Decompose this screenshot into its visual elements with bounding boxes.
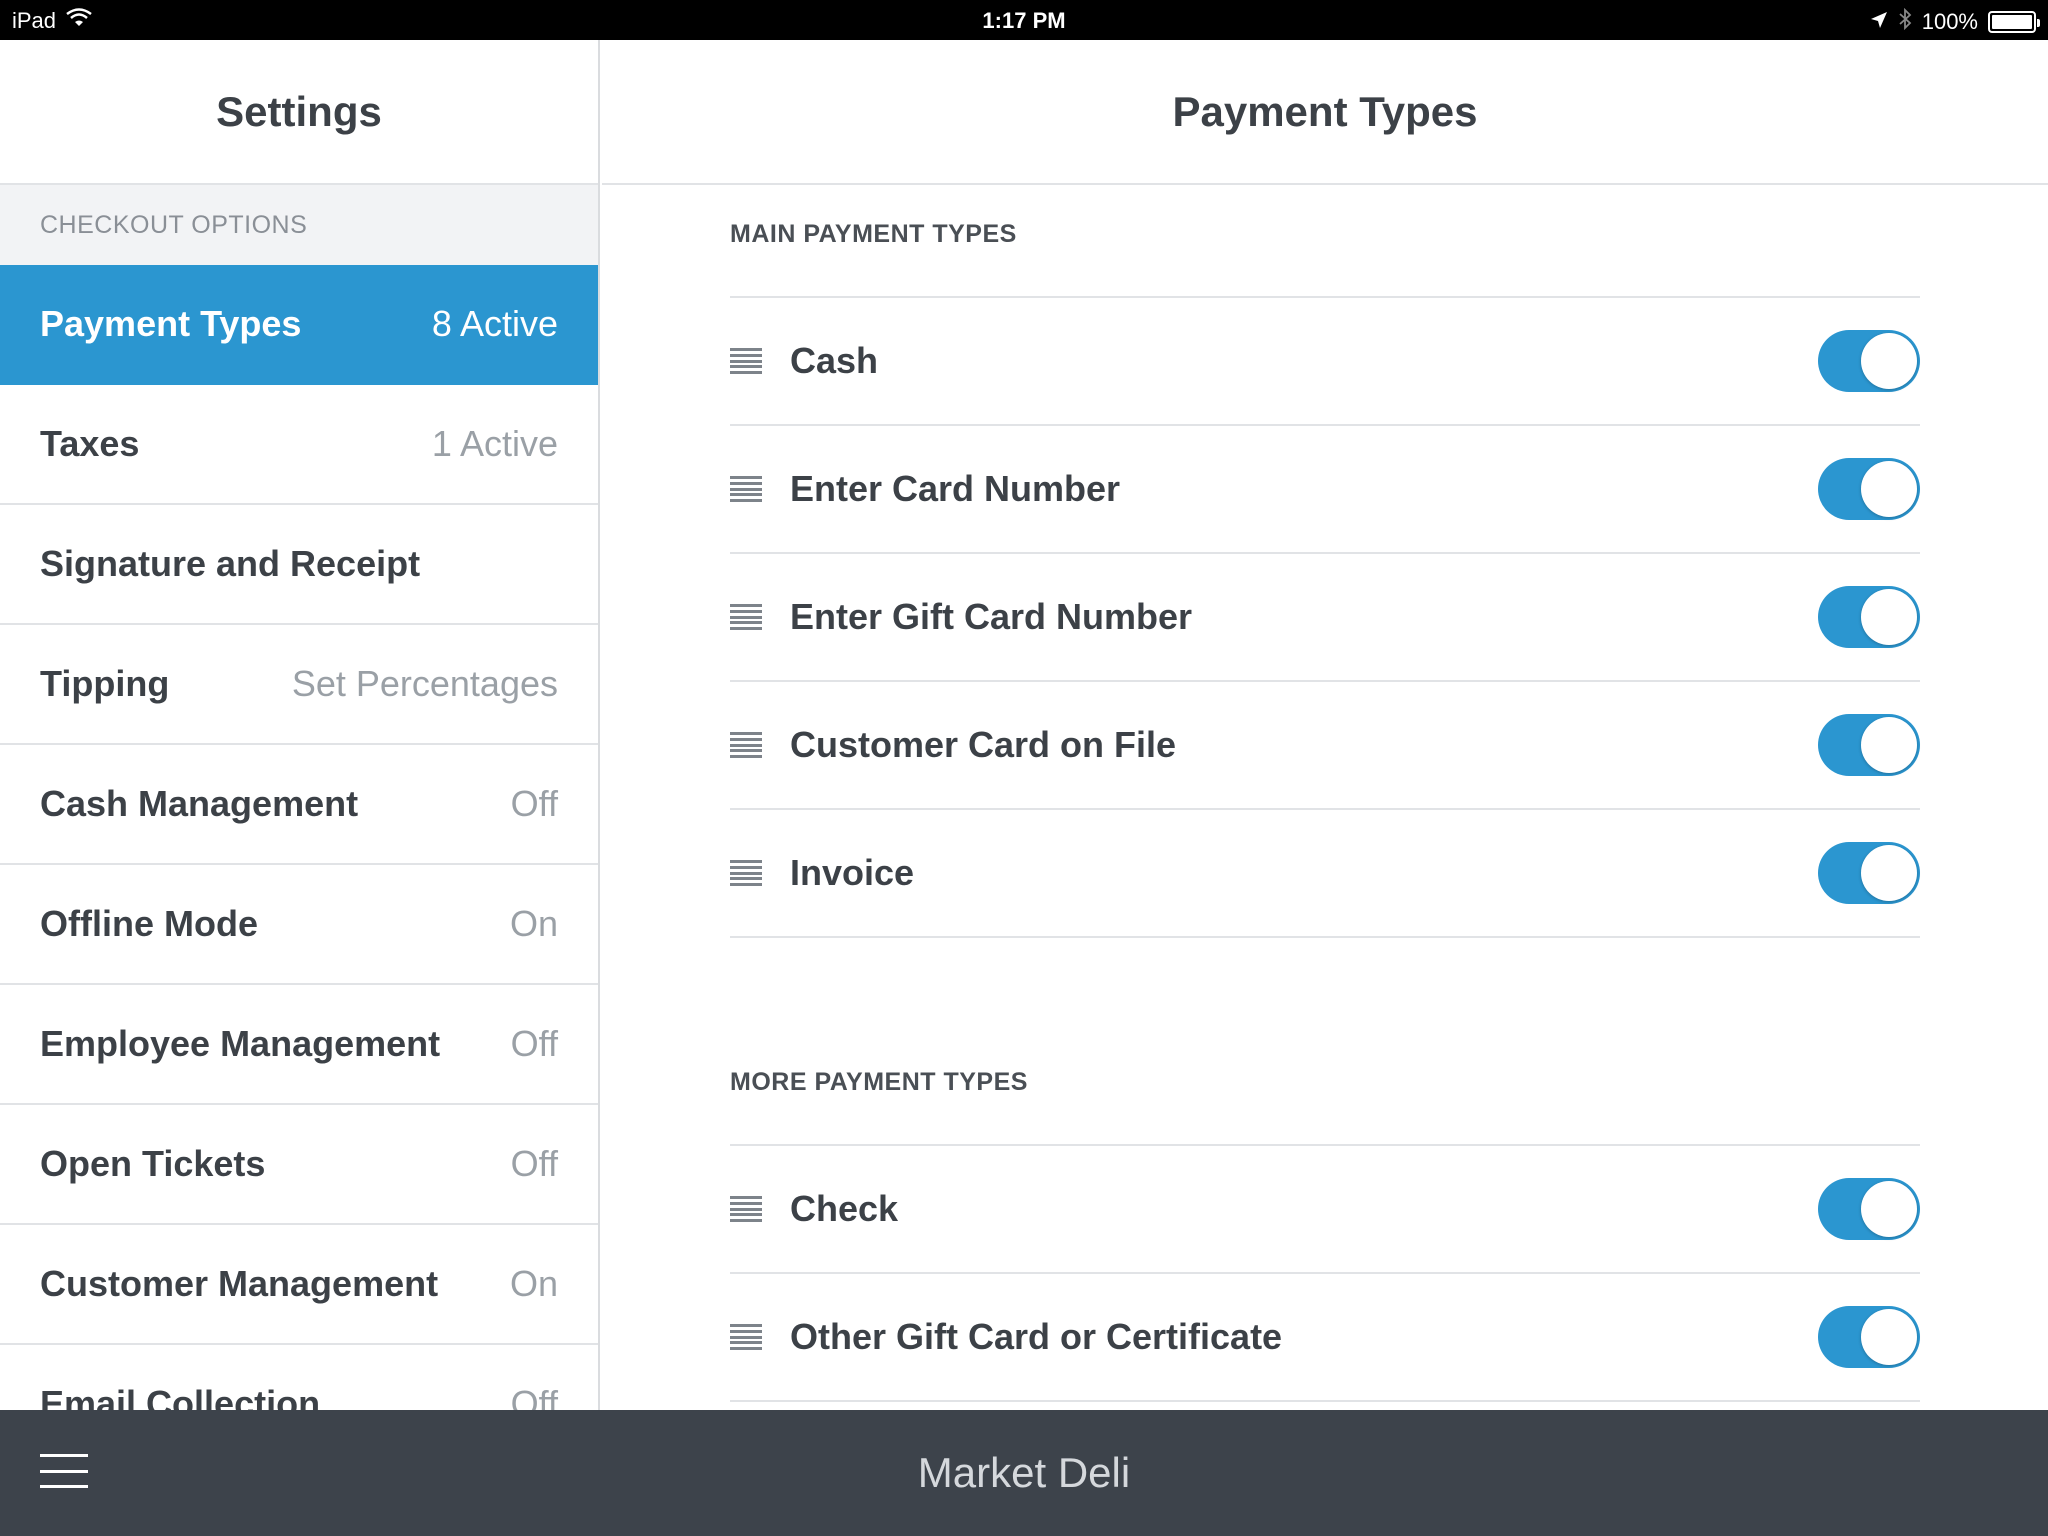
drag-handle-icon[interactable] <box>730 1196 762 1222</box>
hamburger-menu-icon[interactable] <box>40 1454 88 1488</box>
payment-label: Cash <box>790 340 879 381</box>
drag-handle-icon[interactable] <box>730 1324 762 1350</box>
payment-row-cash: Cash <box>730 298 1920 426</box>
drag-handle-icon[interactable] <box>730 476 762 502</box>
page-title: Payment Types <box>602 40 2048 185</box>
status-time: 1:17 PM <box>982 8 1066 33</box>
main-payment-types-group: MAIN PAYMENT TYPES Cash Enter Card Numbe… <box>602 185 2048 938</box>
battery-percent: 100% <box>1921 9 1978 34</box>
sidebar-item-open-tickets[interactable]: Open Tickets Off <box>0 1105 598 1225</box>
other-gift-card-toggle[interactable] <box>1818 1306 1920 1368</box>
sidebar-item-payment-types[interactable]: Payment Types 8 Active <box>0 265 598 385</box>
payment-row-other-gift-card: Other Gift Card or Certificate <box>730 1274 1920 1402</box>
sidebar-item-taxes[interactable]: Taxes 1 Active <box>0 385 598 505</box>
sidebar-item-value: Off <box>510 1023 558 1064</box>
settings-sidebar: Settings CHECKOUT OPTIONS Payment Types … <box>0 40 600 1410</box>
sidebar-item-label: Payment Types <box>40 303 302 344</box>
section-header-checkout-options: CHECKOUT OPTIONS <box>0 185 598 265</box>
group-title: MORE PAYMENT TYPES <box>730 938 1920 1146</box>
sidebar-item-employee-management[interactable]: Employee Management Off <box>0 985 598 1105</box>
sidebar-item-value: On <box>509 903 558 944</box>
payment-label: Invoice <box>790 852 915 893</box>
payment-row-enter-gift-card-number: Enter Gift Card Number <box>730 554 1920 682</box>
status-bar: iPad 1:17 PM 100% <box>0 0 2048 40</box>
sidebar-item-value: 1 Active <box>431 423 558 464</box>
sidebar-item-label: Offline Mode <box>40 903 258 944</box>
payment-row-invoice: Invoice <box>730 810 1920 938</box>
sidebar-item-label: Open Tickets <box>40 1143 266 1184</box>
payment-label: Enter Gift Card Number <box>790 596 1193 637</box>
payment-label: Customer Card on File <box>790 724 1177 765</box>
sidebar-item-value: Off <box>510 1143 558 1184</box>
group-title: MAIN PAYMENT TYPES <box>730 185 1920 298</box>
sidebar-item-label: Signature and Receipt <box>40 543 421 584</box>
battery-icon <box>1988 11 2040 33</box>
more-payment-types-group: MORE PAYMENT TYPES Check Other Gift Card… <box>602 938 2048 1402</box>
bluetooth-icon <box>1898 7 1912 36</box>
payment-types-panel: Payment Types MAIN PAYMENT TYPES Cash En… <box>602 40 2048 1410</box>
sidebar-item-value: 8 Active <box>431 303 558 344</box>
sidebar-item-tipping[interactable]: Tipping Set Percentages <box>0 625 598 745</box>
sidebar-item-value: Off <box>510 783 558 824</box>
sidebar-item-value: Off <box>510 1383 558 1410</box>
invoice-toggle[interactable] <box>1818 842 1920 904</box>
drag-handle-icon[interactable] <box>730 860 762 886</box>
customer-card-on-file-toggle[interactable] <box>1818 714 1920 776</box>
location-icon <box>1870 9 1888 35</box>
sidebar-item-cash-management[interactable]: Cash Management Off <box>0 745 598 865</box>
sidebar-item-offline-mode[interactable]: Offline Mode On <box>0 865 598 985</box>
sidebar-item-customer-management[interactable]: Customer Management On <box>0 1225 598 1345</box>
payment-label: Other Gift Card or Certificate <box>790 1316 1283 1357</box>
cash-toggle[interactable] <box>1818 330 1920 392</box>
payment-label: Enter Card Number <box>790 468 1121 509</box>
sidebar-item-label: Cash Management <box>40 783 359 824</box>
payment-row-enter-card-number: Enter Card Number <box>730 426 1920 554</box>
sidebar-item-label: Tipping <box>40 663 170 704</box>
sidebar-item-signature-and-receipt[interactable]: Signature and Receipt <box>0 505 598 625</box>
sidebar-item-label: Email Collection <box>40 1383 321 1410</box>
sidebar-item-value: Set Percentages <box>291 663 558 704</box>
sidebar-item-label: Taxes <box>40 423 140 464</box>
enter-card-number-toggle[interactable] <box>1818 458 1920 520</box>
sidebar-item-label: Employee Management <box>40 1023 441 1064</box>
drag-handle-icon[interactable] <box>730 604 762 630</box>
check-toggle[interactable] <box>1818 1178 1920 1240</box>
store-name: Market Deli <box>917 1449 1131 1496</box>
sidebar-title: Settings <box>0 40 598 185</box>
enter-gift-card-number-toggle[interactable] <box>1818 586 1920 648</box>
drag-handle-icon[interactable] <box>730 732 762 758</box>
payment-row-check: Check <box>730 1146 1920 1274</box>
sidebar-item-email-collection[interactable]: Email Collection Off <box>0 1345 598 1410</box>
payment-row-customer-card-on-file: Customer Card on File <box>730 682 1920 810</box>
sidebar-item-value: On <box>509 1263 558 1304</box>
sidebar-item-label: Customer Management <box>40 1263 439 1304</box>
bottom-bar: Market Deli <box>0 1410 2048 1536</box>
payment-label: Check <box>790 1188 899 1229</box>
drag-handle-icon[interactable] <box>730 348 762 374</box>
